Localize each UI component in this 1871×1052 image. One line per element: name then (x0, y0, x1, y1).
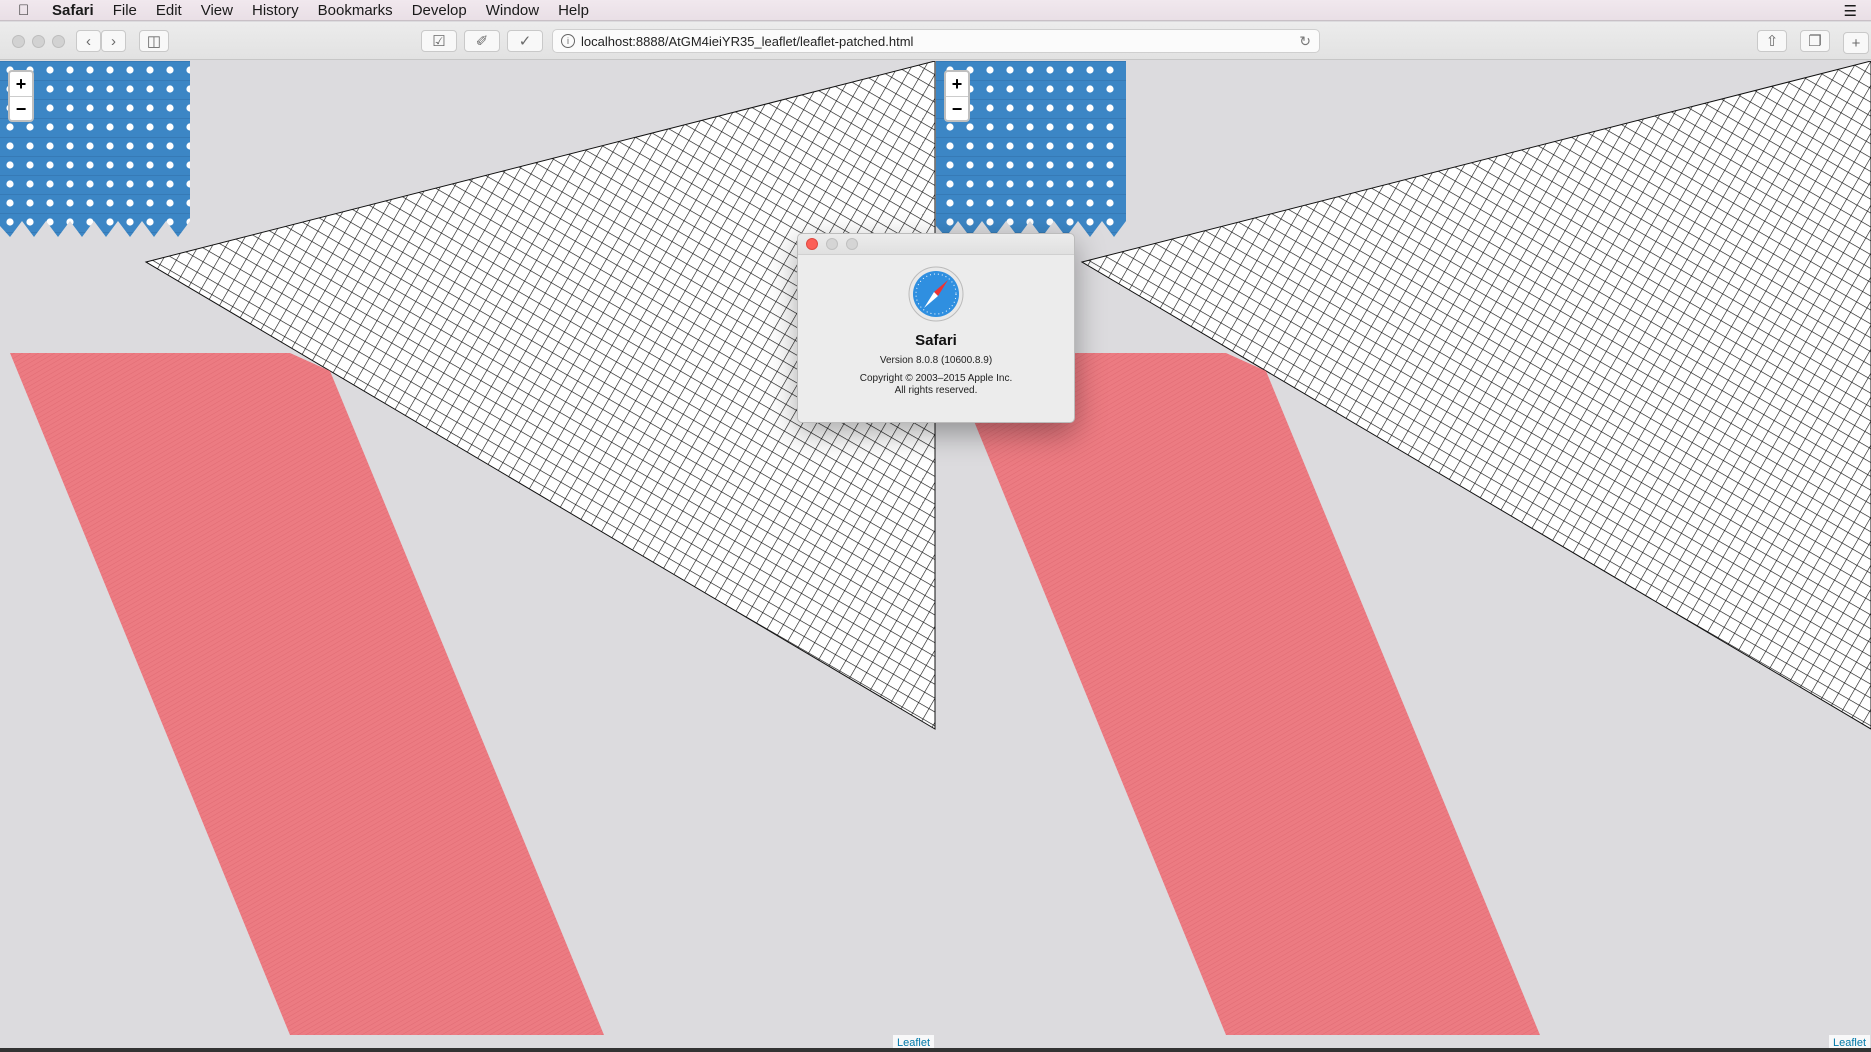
dialog-titlebar (798, 234, 1074, 255)
left-map (0, 61, 936, 1035)
extension-button-2[interactable]: ✐ (464, 30, 500, 52)
chevron-left-icon: ‹ (86, 32, 91, 50)
address-bar[interactable]: i localhost:8888/AtGM4ieiYR35_leaflet/le… (552, 29, 1320, 53)
dialog-rights: All rights reserved. (894, 385, 978, 396)
reload-icon[interactable]: ↻ (1299, 33, 1311, 50)
zoom-in-button[interactable]: + (10, 72, 32, 97)
menu-app-name[interactable]: Safari (52, 2, 94, 19)
extension-button-1[interactable]: ☑ (421, 30, 457, 52)
map-canvas[interactable] (0, 61, 1871, 1052)
zoom-control-right: + − (944, 70, 970, 122)
zoom-in-button[interactable]: + (946, 72, 968, 97)
dialog-minimize-button (826, 238, 838, 250)
dialog-zoom-button (846, 238, 858, 250)
zoom-out-button[interactable]: − (10, 97, 32, 121)
zoom-control-left: + − (8, 70, 34, 122)
dialog-close-button[interactable] (806, 238, 818, 250)
menu-edit[interactable]: Edit (156, 2, 182, 19)
menu-view[interactable]: View (201, 2, 233, 19)
window-close-button[interactable] (12, 35, 25, 48)
tabs-icon: ❐ (1808, 33, 1822, 50)
share-button[interactable]: ⇧ (1757, 30, 1787, 52)
sidebar-button[interactable]: ◫ (139, 30, 169, 52)
chevron-right-icon: › (111, 32, 116, 50)
window-bottom-edge (0, 1048, 1871, 1052)
plus-icon: + (1851, 34, 1861, 52)
menu-help[interactable]: Help (558, 2, 589, 19)
forward-button[interactable]: › (101, 30, 126, 52)
window-minimize-button[interactable] (32, 35, 45, 48)
extension-button-3[interactable]: ✓ (507, 30, 543, 52)
dialog-copyright: Copyright © 2003–2015 Apple Inc. (859, 373, 1013, 384)
checkbox-icon: ☑ (432, 33, 446, 50)
web-content: + − + − Leaflet Leaflet (0, 61, 1871, 1052)
site-info-icon[interactable]: i (561, 34, 575, 48)
menu-develop[interactable]: Develop (412, 2, 467, 19)
menu-bookmarks[interactable]: Bookmarks (318, 2, 393, 19)
browser-toolbar: ‹ › ◫ ☑ ✐ ✓ i localhost:8888/AtGM4ieiYR3… (0, 22, 1871, 60)
menu-bar:  Safari File Edit View History Bookmark… (0, 0, 1871, 21)
menu-window[interactable]: Window (486, 2, 539, 19)
dialog-version: Version 8.0.8 (10600.8.9) (879, 355, 993, 366)
pen-icon: ✐ (475, 33, 489, 50)
window-zoom-button[interactable] (52, 35, 65, 48)
safari-compass-icon (908, 266, 964, 322)
show-tabs-button[interactable]: ❐ (1800, 30, 1830, 52)
back-button[interactable]: ‹ (76, 30, 101, 52)
new-tab-button[interactable]: + (1843, 32, 1869, 54)
menu-file[interactable]: File (113, 2, 137, 19)
url-text[interactable]: localhost:8888/AtGM4ieiYR35_leaflet/leaf… (581, 34, 913, 49)
zoom-out-button[interactable]: − (946, 97, 968, 121)
right-map (936, 61, 1871, 1035)
about-safari-dialog: Safari Version 8.0.8 (10600.8.9) Copyrig… (797, 233, 1075, 423)
validator-icon: ✓ (518, 33, 532, 50)
apple-menu-icon[interactable]:  (18, 2, 40, 19)
share-icon: ⇧ (1765, 33, 1779, 50)
menu-history[interactable]: History (252, 2, 299, 19)
notification-center-icon[interactable]: ☰ (1844, 2, 1857, 20)
dialog-app-name: Safari (915, 332, 957, 349)
sidebar-icon: ◫ (146, 33, 162, 50)
